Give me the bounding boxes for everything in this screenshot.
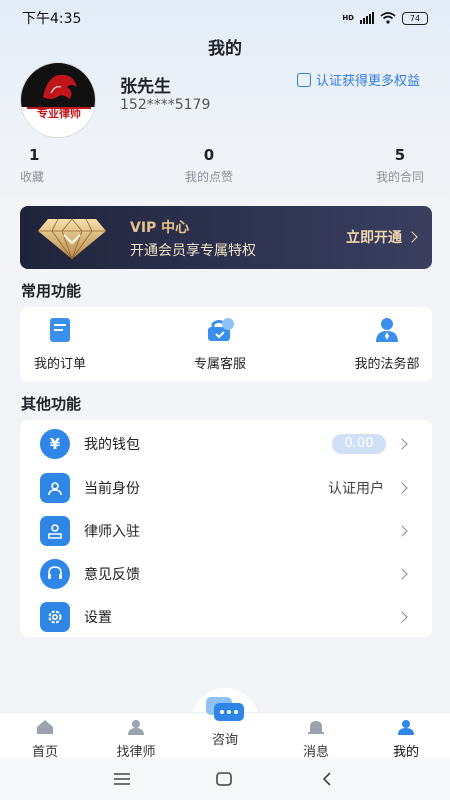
stat-likes[interactable]: 0 我的点赞 [185, 146, 233, 185]
hd-label: HD [342, 14, 354, 22]
tab-label: 咨询 [211, 733, 238, 748]
stat-contracts[interactable]: 5 我的合同 [376, 146, 424, 185]
func-label: 专属客服 [193, 357, 246, 372]
legal-department-button[interactable]: 我的法务部 [350, 315, 424, 372]
tab-messages[interactable]: 消息 [281, 719, 351, 760]
common-section-title: 常用功能 [21, 282, 82, 300]
row-label: 设置 [84, 609, 112, 626]
user-name: 张先生 [120, 77, 171, 97]
page-title: 我的 [208, 39, 242, 59]
find-lawyer-icon [128, 720, 144, 735]
settings-row[interactable]: 设置 [20, 595, 432, 638]
signal-icon [360, 12, 374, 24]
wallet-balance-badge: 0.00 [332, 433, 386, 454]
vip-open-button[interactable]: 立即开通 [346, 227, 418, 247]
row-label: 我的钱包 [84, 436, 140, 453]
avatar[interactable]: 专业律师 [20, 62, 96, 138]
wallet-icon: ¥ [40, 428, 70, 459]
stat-label: 收藏 [20, 170, 45, 184]
diamond-icon [38, 218, 106, 261]
person-icon [398, 720, 414, 735]
tab-mine[interactable]: 我的 [371, 719, 441, 760]
tab-find-lawyer[interactable]: 找律师 [101, 719, 171, 760]
chevron-right-icon [396, 481, 408, 494]
stat-value: 5 [394, 146, 406, 164]
vip-banner[interactable]: VIP 中心 开通会员享专属特权 立即开通 [20, 206, 432, 269]
dragon-logo-icon [21, 63, 95, 137]
lawyer-join-icon [40, 515, 70, 546]
chevron-right-icon [396, 567, 408, 580]
user-phone: 152****5179 [120, 97, 211, 113]
chevron-right-icon [396, 437, 408, 450]
chevron-right-icon [406, 231, 418, 243]
stat-favorites[interactable]: 1 收藏 [20, 146, 44, 185]
bell-icon [308, 721, 324, 734]
feedback-icon [40, 558, 70, 589]
lawyer-join-row[interactable]: 律师入驻 [20, 509, 432, 552]
menu-icon[interactable] [114, 773, 130, 785]
status-icons: HD 74 [342, 11, 428, 25]
stat-label: 我的合同 [376, 170, 425, 184]
order-icon [50, 318, 70, 342]
system-nav-bar [0, 758, 450, 800]
chevron-right-icon [396, 524, 408, 537]
row-value: 认证用户 [328, 480, 384, 497]
wallet-row[interactable]: ¥ 我的钱包 0.00 [20, 422, 432, 465]
stat-value: 1 [29, 146, 40, 164]
chat-icon [206, 697, 244, 721]
other-functions-card: ¥ 我的钱包 0.00 当前身份 认证用户 律师入驻 意见反馈 设置 [20, 420, 432, 637]
row-label: 意见反馈 [84, 566, 140, 583]
identity-row[interactable]: 当前身份 认证用户 [20, 466, 432, 509]
tab-bar: 首页 找律师 咨询 消息 我的 [0, 697, 450, 760]
tab-consult[interactable]: 咨询 [190, 695, 260, 748]
verify-link-label: 认证获得更多权益 [315, 74, 420, 89]
legal-dept-icon [376, 318, 398, 342]
verify-link[interactable]: 认证获得更多权益 [296, 70, 420, 89]
status-time: 下午4:35 [22, 11, 82, 27]
wifi-icon [380, 12, 396, 24]
vip-title: VIP 中心 [130, 220, 190, 236]
settings-icon [40, 601, 70, 632]
vip-open-label: 立即开通 [346, 230, 402, 246]
stat-label: 我的点赞 [185, 170, 234, 184]
tab-home[interactable]: 首页 [10, 719, 80, 760]
smile-badge-icon [296, 72, 311, 87]
other-section-title: 其他功能 [21, 395, 82, 413]
back-icon[interactable] [322, 772, 332, 786]
vip-subtitle: 开通会员享专属特权 [130, 243, 256, 259]
battery-icon: 74 [402, 11, 428, 25]
avatar-logo-text: 专业律师 [37, 107, 81, 120]
status-bar: 下午4:35 HD 74 [0, 0, 450, 36]
feedback-row[interactable]: 意见反馈 [20, 552, 432, 595]
identity-icon [40, 472, 70, 503]
home-icon [37, 720, 53, 734]
func-label: 我的法务部 [354, 357, 420, 372]
row-label: 当前身份 [84, 480, 140, 497]
chevron-right-icon [396, 610, 408, 623]
func-label: 我的订单 [33, 357, 86, 372]
customer-service-button[interactable]: 专属客服 [189, 315, 251, 372]
my-orders-button[interactable]: 我的订单 [30, 315, 90, 372]
service-icon [208, 318, 234, 341]
stat-value: 0 [203, 146, 215, 164]
home-square-icon[interactable] [216, 772, 232, 786]
common-functions-card: 我的订单 专属客服 我的法务部 [20, 307, 432, 382]
row-label: 律师入驻 [84, 523, 140, 540]
